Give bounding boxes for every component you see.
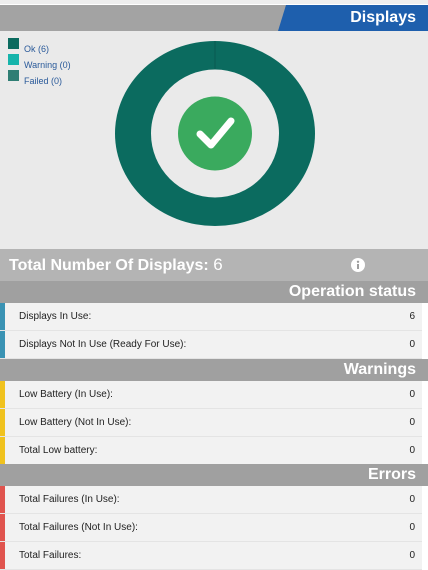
row-label: Total Failures (In Use): (19, 494, 120, 505)
error-accent-bar (0, 486, 5, 513)
section-title: Warnings (343, 361, 416, 378)
row-value: 0 (409, 494, 415, 505)
row-label: Low Battery (Not In Use): (19, 417, 132, 428)
row-label: Displays Not In Use (Ready For Use): (19, 339, 187, 350)
table-row: Total Failures (Not In Use): 0 (0, 514, 422, 542)
status-donut-chart (115, 41, 315, 226)
top-border (0, 0, 428, 4)
table-row: Total Low battery: 0 (0, 437, 422, 465)
warning-accent-bar (0, 381, 5, 408)
table-row: Displays In Use: 6 (0, 303, 422, 331)
error-accent-bar (0, 542, 5, 569)
legend-label: Ok (6) (24, 44, 50, 54)
row-value: 0 (409, 550, 415, 561)
errors-header: Errors (0, 464, 428, 486)
row-value: 0 (409, 389, 415, 400)
total-displays: Total Number Of Displays: 6 (9, 255, 223, 275)
status-badge (178, 96, 252, 171)
section-title: Operation status (288, 283, 416, 300)
row-value: 6 (409, 311, 415, 322)
table-row: Total Failures (In Use): 0 (0, 486, 422, 514)
chart-legend: Ok (6) Warning (0) Failed (0) (8, 37, 71, 86)
panel-title: Displays (350, 9, 416, 26)
row-label: Displays In Use: (19, 311, 92, 322)
error-accent-bar (0, 514, 5, 541)
row-label: Total Failures (Not In Use): (19, 522, 138, 533)
legend-label: Failed (0) (24, 76, 63, 86)
total-value: 6 (213, 255, 223, 274)
legend-item-failed[interactable]: Failed (0) (8, 69, 71, 86)
legend-swatch (8, 69, 19, 81)
row-value: 0 (409, 522, 415, 533)
row-value: 0 (409, 445, 415, 456)
row-value: 0 (409, 339, 415, 350)
row-label: Total Low battery: (19, 445, 98, 456)
table-row: Low Battery (In Use): 0 (0, 381, 422, 409)
status-accent-bar (0, 303, 5, 330)
table-row: Low Battery (Not In Use): 0 (0, 409, 422, 437)
row-value: 0 (409, 417, 415, 428)
legend-swatch (8, 53, 19, 65)
total-label: Total Number Of Displays: (9, 257, 209, 274)
table-row: Displays Not In Use (Ready For Use): 0 (0, 331, 422, 359)
row-label: Total Failures: (19, 550, 82, 561)
status-accent-bar (0, 331, 5, 358)
operation-status-header: Operation status (0, 281, 428, 303)
section-title: Errors (367, 466, 416, 483)
warning-accent-bar (0, 409, 5, 436)
legend-item-warning[interactable]: Warning (0) (8, 53, 71, 70)
info-icon[interactable] (351, 258, 365, 272)
warning-accent-bar (0, 437, 5, 464)
row-label: Low Battery (In Use): (19, 389, 113, 400)
legend-label: Warning (0) (24, 60, 71, 70)
legend-swatch (8, 37, 19, 49)
warnings-header: Warnings (0, 359, 428, 381)
legend-item-ok[interactable]: Ok (6) (8, 37, 71, 54)
table-row: Total Failures: 0 (0, 542, 422, 570)
